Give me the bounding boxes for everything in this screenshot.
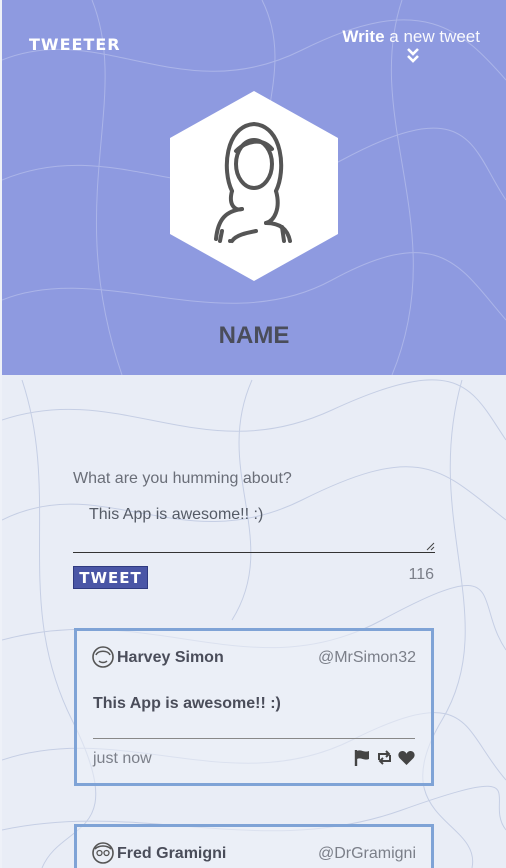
tweet-timestamp: just now [93, 750, 152, 767]
retweet-icon[interactable] [375, 748, 394, 767]
composer-prompt: What are you humming about? [73, 470, 292, 487]
heart-icon[interactable] [397, 748, 416, 767]
user-avatar-icon [92, 842, 114, 864]
tweet-text: This App is awesome!! :) [93, 695, 281, 712]
tweet-author-name[interactable]: Harvey Simon [117, 649, 224, 667]
tweet-card: Fred Gramigni @DrGramigni [74, 824, 434, 868]
brand-logo[interactable]: TWEETER [29, 35, 121, 54]
new-tweet-label: a new tweet [389, 27, 480, 46]
profile-name: NAME [218, 322, 290, 349]
double-chevron-down-icon[interactable] [406, 47, 420, 65]
user-avatar-icon [92, 646, 114, 668]
tweet-button[interactable]: TWEET [73, 566, 148, 589]
tweet-card: Harvey Simon @MrSimon32 This App is awes… [74, 628, 434, 786]
resize-grip-icon[interactable] [426, 542, 435, 551]
tweet-divider [93, 738, 415, 739]
write-label: Write [342, 27, 385, 46]
profile-avatar [170, 91, 338, 281]
profile-header: TWEETER Write a new tweet NAME [2, 0, 506, 375]
tweet-author-handle[interactable]: @DrGramigni [318, 845, 416, 863]
char-counter: 116 [408, 566, 434, 583]
page: TWEETER Write a new tweet NAME What are … [2, 0, 506, 868]
tweet-author-name[interactable]: Fred Gramigni [117, 845, 226, 863]
tweet-input[interactable]: This App is awesome!! :) [73, 498, 435, 553]
tweet-actions [353, 748, 416, 767]
write-new-tweet-link[interactable]: Write a new tweet [342, 27, 480, 47]
tweet-author-handle[interactable]: @MrSimon32 [318, 649, 416, 667]
flag-icon[interactable] [353, 748, 372, 767]
